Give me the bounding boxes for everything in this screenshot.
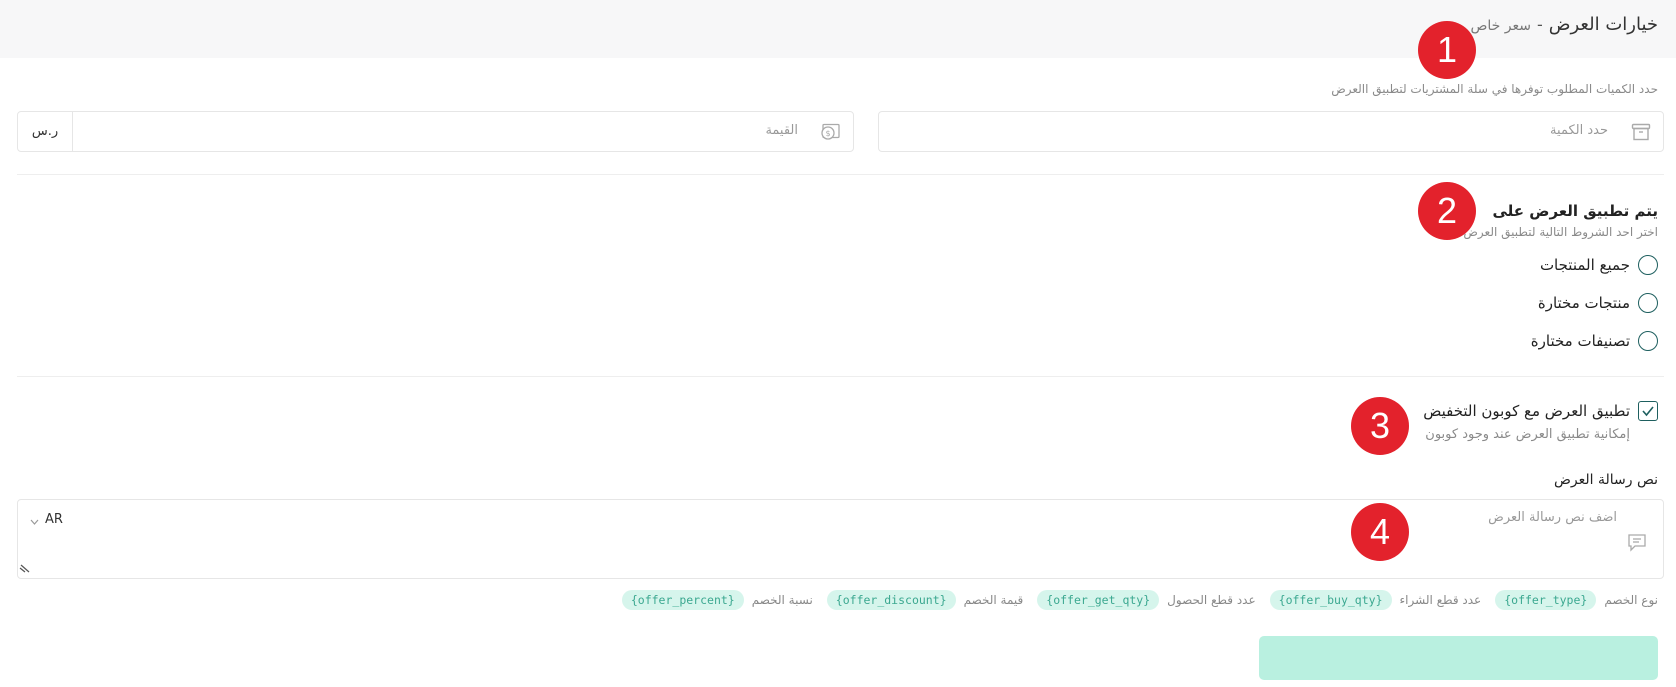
quantity-placeholder: حدد الكمية: [1550, 123, 1608, 138]
coupon-label: تطبيق العرض مع كوبون التخفيض: [1423, 402, 1630, 420]
radio-circle[interactable]: [1638, 255, 1658, 275]
radio-selected-categories[interactable]: تصنيفات مختارة: [1531, 331, 1658, 351]
marker-3: 3: [1351, 397, 1409, 455]
variables-row: نوع الخصم {offer_type} عدد قطع الشراء {o…: [621, 590, 1658, 610]
checkmark-icon: [1642, 406, 1654, 417]
separator-2: [17, 376, 1664, 377]
chevron-down-icon: [30, 510, 39, 529]
variable-label: عدد قطع الشراء: [1399, 593, 1482, 607]
page-title: خيارات العرض: [1548, 14, 1658, 35]
variable-chip[interactable]: {offer_get_qty}: [1037, 590, 1160, 610]
title-bar: خيارات العرض-سعر خاص: [1470, 14, 1658, 35]
radio-circle[interactable]: [1638, 331, 1658, 351]
quantity-hint: حدد الكميات المطلوب توفرها في سلة المشتر…: [1331, 82, 1658, 96]
variable-label: قيمة الخصم: [963, 593, 1024, 607]
variable-chip[interactable]: {offer_type}: [1495, 590, 1597, 610]
save-button[interactable]: [1259, 636, 1658, 680]
money-icon: $: [819, 123, 841, 145]
variable-label: نسبة الخصم: [751, 593, 813, 607]
radio-selected-products[interactable]: منتجات مختارة: [1538, 293, 1658, 313]
coupon-hint: إمكانية تطبيق العرض عند وجود كوبون: [1425, 427, 1630, 442]
marker-4: 4: [1351, 503, 1409, 561]
coupon-checkbox-row[interactable]: تطبيق العرض مع كوبون التخفيض: [1423, 401, 1658, 421]
apply-section-hint: اختر احد الشروط التالية لتطبيق العرض: [1463, 225, 1658, 239]
currency-label: ر.س: [18, 112, 73, 151]
apply-section-title: يتم تطبيق العرض على: [1492, 202, 1659, 220]
variable-chip[interactable]: {offer_buy_qty}: [1269, 590, 1392, 610]
variable-chip[interactable]: {offer_percent}: [621, 590, 744, 610]
coupon-checkbox[interactable]: [1638, 401, 1658, 421]
radio-label: جميع المنتجات: [1539, 256, 1630, 274]
language-value: AR: [45, 512, 63, 527]
value-placeholder: القيمة: [765, 123, 798, 138]
radio-label: تصنيفات مختارة: [1530, 332, 1630, 350]
message-placeholder: اضف نص رسالة العرض: [1488, 510, 1617, 525]
value-field[interactable]: $ القيمة ر.س: [17, 111, 854, 152]
marker-1: 1: [1418, 21, 1476, 79]
radio-label: منتجات مختارة: [1537, 294, 1630, 312]
radio-all-products[interactable]: جميع المنتجات: [1540, 255, 1658, 275]
resize-handle-icon[interactable]: [19, 558, 31, 577]
marker-2: 2: [1418, 182, 1476, 240]
svg-text:$: $: [825, 129, 830, 138]
message-icon: [1627, 532, 1647, 556]
page-subtitle: سعر خاص: [1470, 18, 1531, 34]
separator-1: [17, 174, 1664, 175]
variable-label: نوع الخصم: [1604, 593, 1658, 607]
language-select[interactable]: AR: [30, 510, 63, 529]
quantity-field[interactable]: حدد الكمية: [878, 111, 1664, 152]
radio-circle[interactable]: [1638, 293, 1658, 313]
variable-label: عدد قطع الحصول: [1167, 593, 1256, 607]
box-icon: [1631, 123, 1651, 145]
variable-chip[interactable]: {offer_discount}: [826, 590, 956, 610]
message-label: نص رسالة العرض: [1553, 472, 1658, 488]
message-textarea[interactable]: اضف نص رسالة العرض AR: [17, 499, 1664, 579]
title-separator: -: [1536, 15, 1543, 34]
